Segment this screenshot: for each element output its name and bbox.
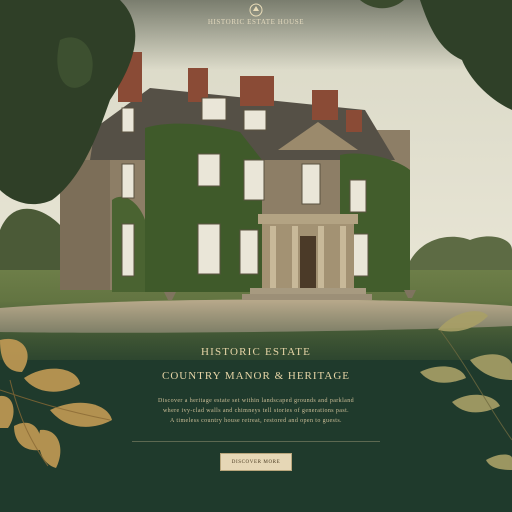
body-line: A timeless country house retreat, restor… (170, 418, 342, 424)
page-subhead: COUNTRY MANOR & HERITAGE (161, 370, 351, 382)
page-headline: HISTORIC ESTATE (200, 346, 312, 358)
body-paragraph: Discover a heritage estate set within la… (128, 396, 384, 426)
hero-manor-image (0, 0, 512, 512)
body-line: Discover a heritage estate set within la… (157, 398, 355, 404)
discover-more-button[interactable]: DISCOVER MORE (220, 453, 292, 471)
body-line: where ivy-clad walls and chimneys tell s… (162, 408, 350, 414)
divider (132, 441, 380, 442)
crest-icon[interactable] (245, 2, 267, 18)
nav-bar-text[interactable]: HISTORIC ESTATE HOUSE (180, 18, 332, 26)
landing-page: HISTORIC ESTATE HOUSE HISTORIC ESTATE CO… (0, 0, 512, 512)
